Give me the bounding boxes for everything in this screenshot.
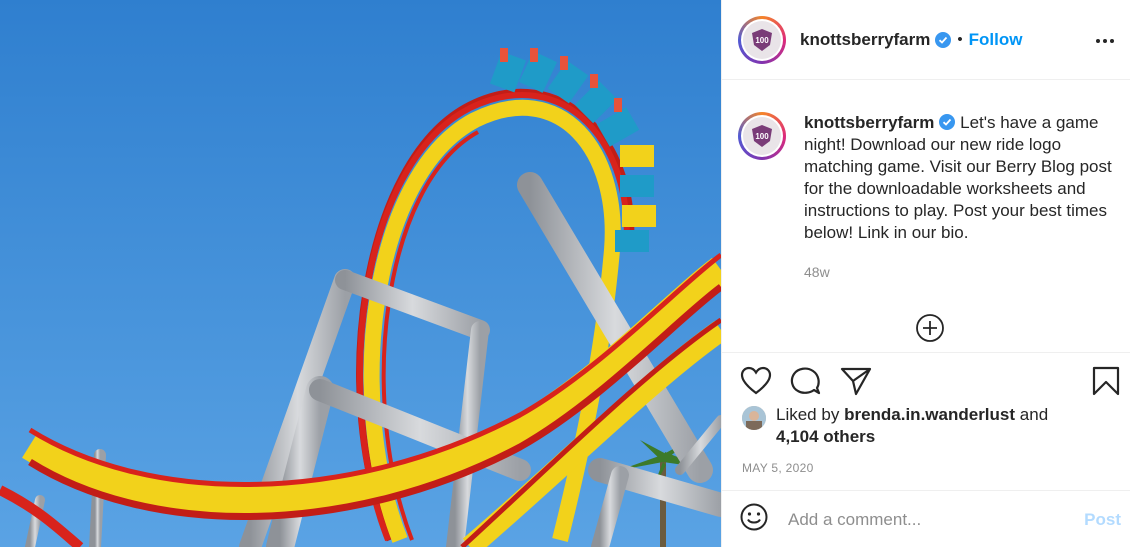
bookmark-icon[interactable]	[1092, 366, 1120, 401]
action-bar	[722, 352, 1130, 411]
likes-and: and	[1019, 405, 1049, 424]
header-username[interactable]: knottsberryfarm	[800, 30, 930, 50]
knotts-logo-icon: 100	[743, 20, 781, 59]
caption-text-block: knottsberryfarm Let's have a game night!…	[804, 112, 1114, 244]
caption-username[interactable]: knottsberryfarm	[804, 113, 934, 132]
emoji-icon[interactable]	[740, 503, 768, 536]
roller-coaster-photo	[0, 0, 721, 547]
share-icon[interactable]	[840, 366, 872, 401]
caption-avatar-badge-text: 100	[755, 132, 769, 141]
add-icon[interactable]	[915, 313, 945, 348]
caption-avatar[interactable]: 100	[738, 112, 786, 160]
caption-timestamp[interactable]: 48w	[804, 264, 830, 280]
heart-icon[interactable]	[740, 366, 772, 401]
post-comment-button[interactable]: Post	[1084, 510, 1121, 530]
knotts-logo-icon: 100	[743, 117, 781, 155]
liker-username[interactable]: brenda.in.wanderlust	[844, 405, 1015, 424]
post-header: 100 knottsberryfarm • Follow	[722, 0, 1130, 80]
likes-prefix: Liked by	[776, 405, 840, 424]
likes-others-count[interactable]: 4,104 others	[776, 427, 875, 446]
verified-icon	[939, 114, 956, 130]
comment-bar: Post	[722, 490, 1130, 548]
caption-text: Let's have a game night! Download our ne…	[804, 113, 1112, 242]
separator-dot: •	[957, 31, 963, 48]
post-sidebar: 100 knottsberryfarm • Follow 100 knottsb…	[721, 0, 1130, 547]
likes-summary: Liked by brenda.in.wanderlust and 4,104 …	[742, 404, 1048, 448]
comment-icon[interactable]	[790, 366, 822, 401]
verified-icon	[935, 31, 952, 48]
avatar[interactable]: 100	[738, 15, 786, 64]
post-date[interactable]: MAY 5, 2020	[742, 461, 814, 475]
liker-avatar[interactable]	[742, 406, 766, 430]
post-image[interactable]	[0, 0, 721, 547]
comment-input[interactable]	[786, 508, 1060, 531]
post-caption: 100 knottsberryfarm Let's have a game ni…	[738, 112, 1118, 244]
avatar-badge-text: 100	[755, 36, 769, 45]
instagram-post: 100 knottsberryfarm • Follow 100 knottsb…	[0, 0, 1130, 547]
more-options-icon[interactable]	[1096, 30, 1114, 48]
follow-button[interactable]: Follow	[969, 30, 1023, 50]
